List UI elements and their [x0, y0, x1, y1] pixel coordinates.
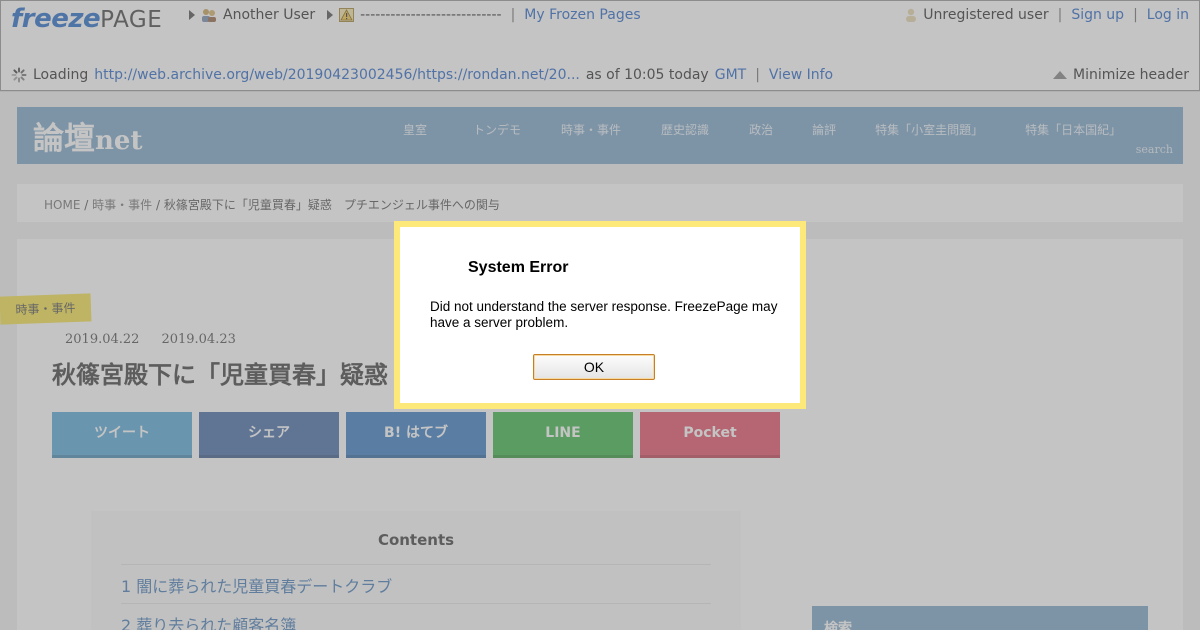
screen: freezePAGE Another User ----------------…	[0, 0, 1200, 630]
dialog-message: Did not understand the server response. …	[430, 299, 778, 330]
system-error-dialog: System Error Did not understand the serv…	[394, 221, 806, 409]
ok-button[interactable]: OK	[533, 354, 655, 380]
dialog-title: System Error	[468, 259, 569, 276]
